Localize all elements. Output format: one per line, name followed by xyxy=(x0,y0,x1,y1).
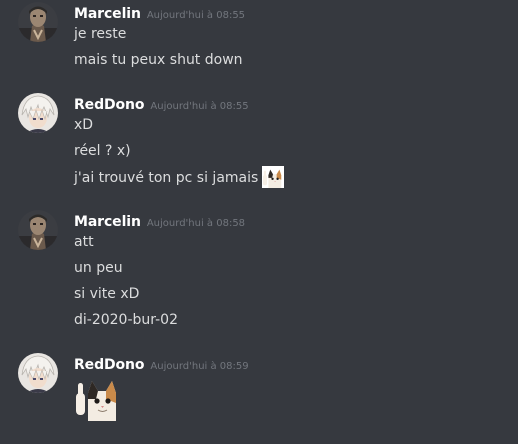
cat-thumbs-up-emoji-icon[interactable] xyxy=(74,373,122,421)
message-text: att xyxy=(74,234,94,250)
message-timestamp: Aujourd'hui à 08:58 xyxy=(146,218,246,229)
avatar-marcelin[interactable] xyxy=(18,210,58,250)
white-haired-character-avatar-icon xyxy=(18,353,58,393)
message-header: Marcelin Aujourd'hui à 08:58 xyxy=(74,211,245,231)
message-text: mais tu peux shut down xyxy=(74,52,243,68)
chat-messages: Marcelin Aujourd'hui à 08:55 je reste mai… xyxy=(0,0,518,444)
white-haired-character-avatar-icon xyxy=(18,93,58,133)
message-header: RedDono Aujourd'hui à 08:59 xyxy=(74,354,249,374)
avatar-marcelin[interactable] xyxy=(18,2,58,42)
message-text: j'ai trouvé ton pc si jamais xyxy=(74,170,259,186)
avatar-reddono[interactable] xyxy=(18,93,58,133)
username[interactable]: RedDono xyxy=(74,97,145,113)
username[interactable]: Marcelin xyxy=(74,214,141,230)
message-header: RedDono Aujourd'hui à 08:55 xyxy=(74,94,249,114)
message-timestamp: Aujourd'hui à 08:55 xyxy=(146,10,246,21)
avatar-reddono[interactable] xyxy=(18,353,58,393)
message-text: si vite xD xyxy=(74,286,140,302)
message-timestamp: Aujourd'hui à 08:55 xyxy=(150,101,249,112)
message-text: un peu xyxy=(74,260,123,276)
message-timestamp: Aujourd'hui à 08:59 xyxy=(150,361,249,372)
message-text: xD xyxy=(74,117,94,133)
message-text: je reste xyxy=(74,26,127,42)
dark-hooded-figure-avatar-icon xyxy=(18,210,58,250)
cat-thumbs-up-emoji-icon[interactable] xyxy=(262,166,285,188)
dark-hooded-figure-avatar-icon xyxy=(18,2,58,42)
username[interactable]: RedDono xyxy=(74,357,145,373)
message-header: Marcelin Aujourd'hui à 08:55 xyxy=(74,3,245,23)
message-text: di-2020-bur-02 xyxy=(74,312,178,328)
username[interactable]: Marcelin xyxy=(74,6,141,22)
message-text: réel ? x) xyxy=(74,143,131,159)
message-line: j'ai trouvé ton pc si jamais xyxy=(74,166,285,188)
